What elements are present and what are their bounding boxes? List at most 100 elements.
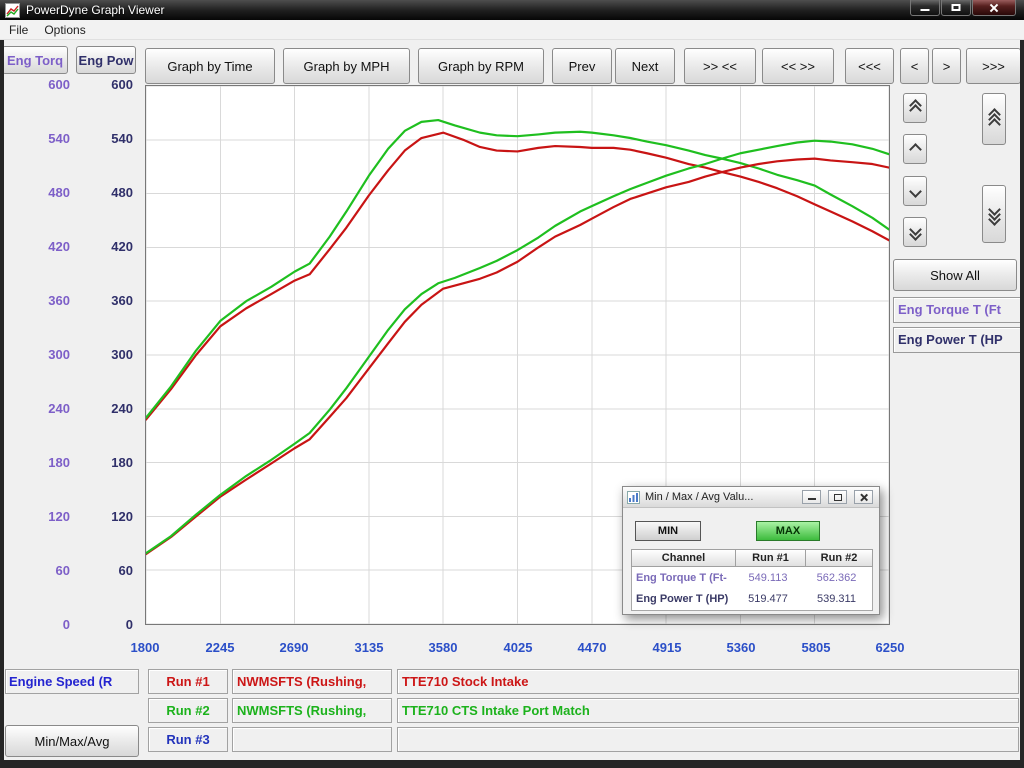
y-axis-power-tick: 60: [97, 563, 133, 578]
x-axis-tick: 5805: [802, 640, 831, 655]
run2-source-field: NWMSFTS (Rushing,: [232, 698, 392, 723]
minmax-column-header[interactable]: Run #2: [806, 549, 873, 567]
next-button[interactable]: Next: [615, 48, 675, 84]
x-axis-tick: 1800: [131, 640, 160, 655]
scale-down-button[interactable]: [903, 176, 927, 206]
graph-by-rpm-button[interactable]: Graph by RPM: [418, 48, 544, 84]
run3-description-field: [397, 727, 1019, 752]
minmax-table: ChannelRun #1Run #2 Eng Torque T (Ft- 54…: [631, 549, 873, 611]
window-frame-left: [0, 40, 4, 768]
close-button[interactable]: [972, 0, 1016, 16]
y-axis-torque-tick: 240: [34, 401, 70, 416]
menu-bar: File Options: [0, 20, 1024, 40]
minimize-icon: [921, 9, 930, 11]
y-axis-power-tick: 240: [97, 401, 133, 416]
maximize-icon: [952, 4, 961, 11]
x-axis-tick: 3135: [355, 640, 384, 655]
x-axis-tick: 4025: [504, 640, 533, 655]
minmax-table-body: Eng Torque T (Ft- 549.113 562.362 Eng Po…: [631, 567, 873, 611]
y-axis-torque-tick: 540: [34, 131, 70, 146]
chevron-up-icon: [909, 143, 922, 156]
y-axis-power-tick: 420: [97, 239, 133, 254]
minmax-table-header: ChannelRun #1Run #2: [631, 549, 873, 567]
app-icon: [5, 3, 20, 18]
y-axis-torque-tick: 360: [34, 293, 70, 308]
minimize-button[interactable]: [910, 0, 940, 16]
minmax-maximize-button[interactable]: [828, 490, 847, 504]
y-axis-torque-tick: 120: [34, 509, 70, 524]
minmax-column-header[interactable]: Channel: [631, 549, 736, 567]
scroll-right-button[interactable]: >: [932, 48, 961, 84]
run2-label[interactable]: Run #2: [148, 698, 228, 723]
minmax-window: Min / Max / Avg Valu... MIN MAX ChannelR…: [622, 486, 880, 615]
y-axis-power-tick: 600: [97, 77, 133, 92]
maximize-button[interactable]: [941, 0, 971, 16]
scroll-left-button[interactable]: <: [900, 48, 929, 84]
run1-source-field: NWMSFTS (Rushing,: [232, 669, 392, 694]
x-axis-tick: 2245: [206, 640, 235, 655]
y-axis-power-tick: 120: [97, 509, 133, 524]
show-all-button[interactable]: Show All: [893, 259, 1017, 291]
powerdyne-window: PowerDyne Graph Viewer File Options Eng …: [0, 0, 1024, 768]
menu-options[interactable]: Options: [44, 23, 85, 37]
run3-label[interactable]: Run #3: [148, 727, 228, 752]
x-axis-tick: 5360: [727, 640, 756, 655]
tab-eng-power[interactable]: Eng Pow: [76, 46, 136, 74]
minmax-titlebar[interactable]: Min / Max / Avg Valu...: [623, 487, 879, 508]
y-axis-torque-tick: 180: [34, 455, 70, 470]
y-axis-torque-tick: 480: [34, 185, 70, 200]
graph-by-mph-button[interactable]: Graph by MPH: [283, 48, 410, 84]
minmax-table-row: Eng Power T (HP) 519.477 539.311: [632, 589, 872, 609]
run3-source-field: [232, 727, 392, 752]
graph-by-time-button[interactable]: Graph by Time: [145, 48, 275, 84]
scale-double-up-button[interactable]: [903, 93, 927, 123]
minmax-avg-button[interactable]: Min/Max/Avg: [5, 725, 139, 757]
maximize-icon: [834, 494, 842, 501]
zoom-out-button[interactable]: << >>: [762, 48, 834, 84]
minmax-close-button[interactable]: [854, 490, 873, 504]
minmax-table-row: Eng Torque T (Ft- 549.113 562.362: [632, 568, 872, 588]
y-axis-torque-tick: 0: [34, 617, 70, 632]
y-axis-torque-tick: 300: [34, 347, 70, 362]
pan-down-button[interactable]: [982, 185, 1006, 243]
minimize-icon: [808, 498, 816, 500]
y-axis-power-tick: 180: [97, 455, 133, 470]
minmax-window-title: Min / Max / Avg Valu...: [645, 491, 753, 503]
pan-up-button[interactable]: [982, 93, 1006, 145]
minmax-window-controls: [802, 490, 873, 504]
tab-eng-torque[interactable]: Eng Torq: [2, 46, 68, 74]
y-axis-power-tick: 540: [97, 131, 133, 146]
chevron-down-icon: [909, 185, 922, 198]
legend-eng-power[interactable]: Eng Power T (HP: [893, 327, 1024, 353]
run1-label[interactable]: Run #1: [148, 669, 228, 694]
max-button[interactable]: MAX: [756, 521, 820, 541]
y-axis-torque-tick: 60: [34, 563, 70, 578]
x-axis-tick: 4470: [578, 640, 607, 655]
window-controls: [909, 0, 1016, 16]
scale-up-button[interactable]: [903, 134, 927, 164]
menu-file[interactable]: File: [9, 23, 28, 37]
run1-description-field: TTE710 Stock Intake: [397, 669, 1019, 694]
scroll-far-left-button[interactable]: <<<: [845, 48, 894, 84]
minmax-window-icon: [627, 491, 640, 504]
minmax-minimize-button[interactable]: [802, 490, 821, 504]
y-axis-torque-tick: 420: [34, 239, 70, 254]
x-axis-tick: 3580: [429, 640, 458, 655]
window-frame-bottom: [0, 760, 1024, 768]
x-axis-tick: 4915: [653, 640, 682, 655]
scroll-far-right-button[interactable]: >>>: [966, 48, 1021, 84]
y-axis-power-tick: 0: [97, 617, 133, 632]
y-axis-torque-tick: 600: [34, 77, 70, 92]
zoom-in-button[interactable]: >> <<: [684, 48, 756, 84]
y-axis-power-tick: 360: [97, 293, 133, 308]
min-button[interactable]: MIN: [635, 521, 701, 541]
legend-eng-torque[interactable]: Eng Torque T (Ft: [893, 297, 1024, 323]
y-axis-power-tick: 300: [97, 347, 133, 362]
x-axis-channel-label: Engine Speed (R: [5, 669, 139, 694]
window-title: PowerDyne Graph Viewer: [26, 3, 165, 17]
minmax-column-header[interactable]: Run #1: [736, 549, 806, 567]
window-titlebar: PowerDyne Graph Viewer: [0, 0, 1024, 20]
x-axis-tick: 6250: [876, 640, 905, 655]
scale-double-down-button[interactable]: [903, 217, 927, 247]
prev-button[interactable]: Prev: [552, 48, 612, 84]
